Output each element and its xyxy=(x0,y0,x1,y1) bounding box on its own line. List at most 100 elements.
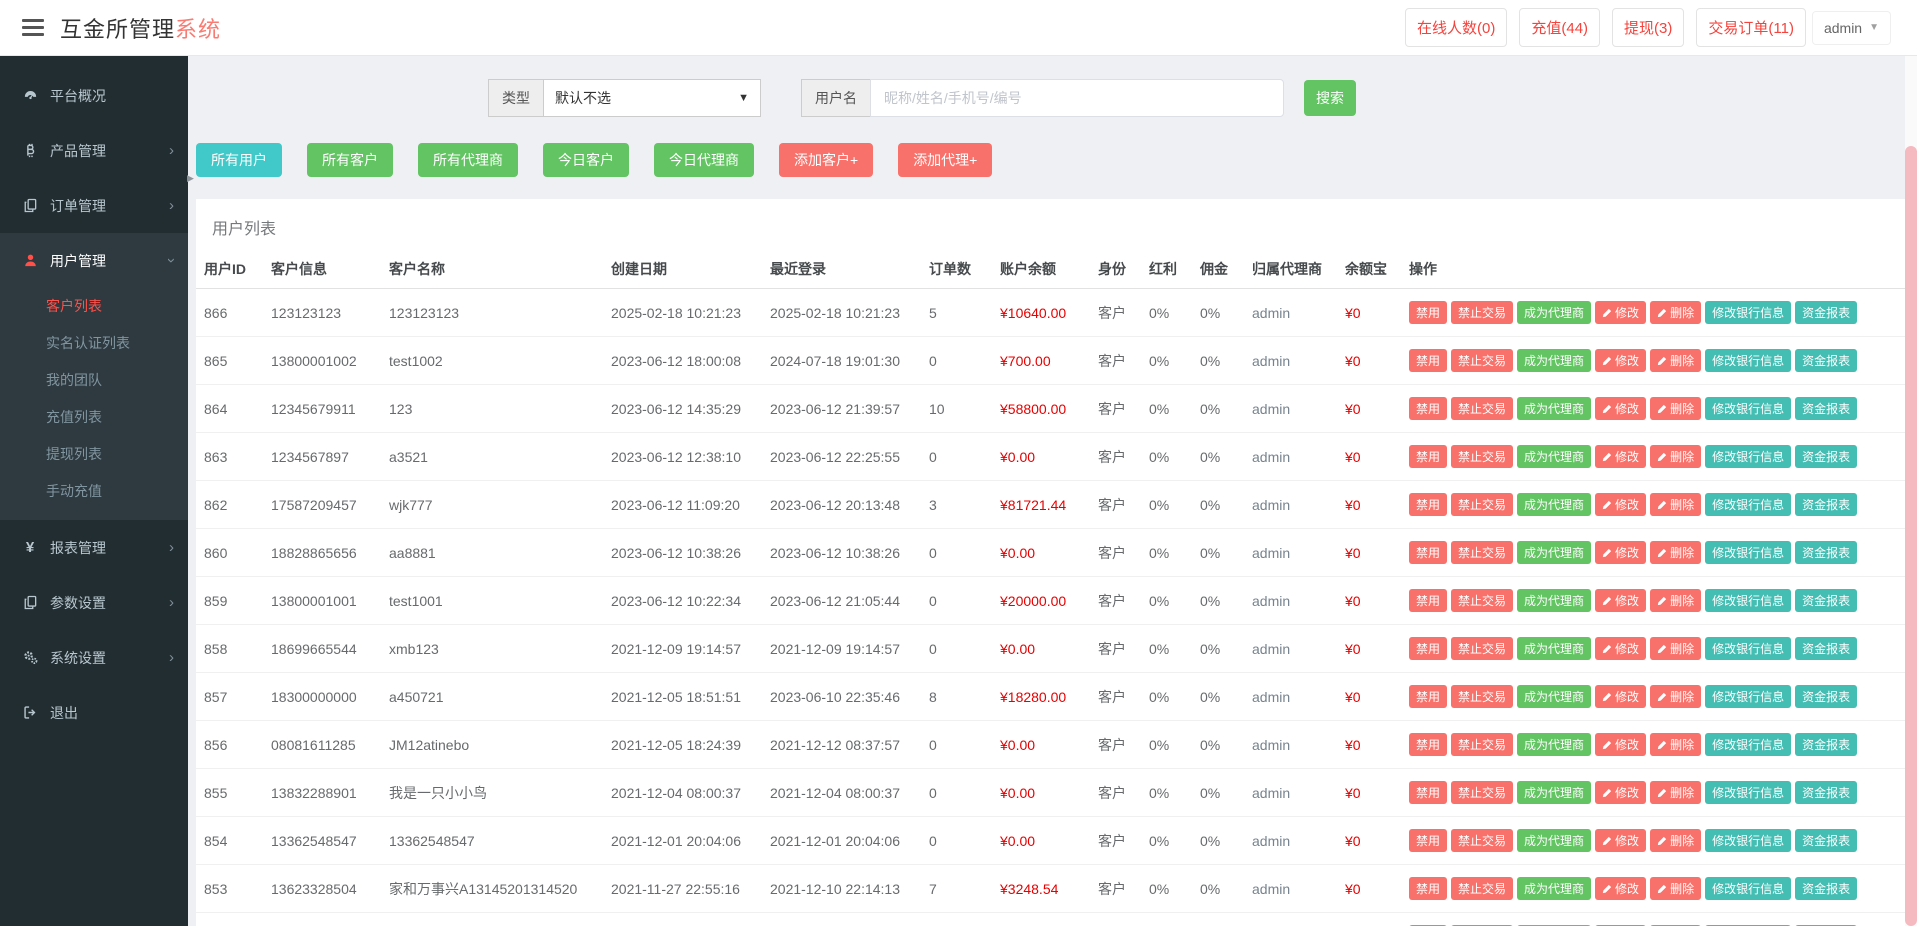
today-agents-button[interactable]: 今日代理商 xyxy=(654,143,754,177)
sidebar-subitem-recharge-list[interactable]: 充值列表 xyxy=(0,399,188,436)
disable-button[interactable]: 禁用 xyxy=(1409,349,1448,372)
funds-report-button[interactable]: 资金报表 xyxy=(1795,781,1858,804)
forbid-trade-button[interactable]: 禁止交易 xyxy=(1451,733,1514,756)
delete-button[interactable]: 删除 xyxy=(1650,685,1702,708)
edit-bank-info-button[interactable]: 修改银行信息 xyxy=(1705,541,1792,564)
add-agent-button[interactable]: 添加代理+ xyxy=(898,143,993,177)
funds-report-button[interactable]: 资金报表 xyxy=(1795,349,1858,372)
withdraw-stat[interactable]: 提现(3) xyxy=(1612,8,1685,47)
disable-button[interactable]: 禁用 xyxy=(1409,685,1448,708)
make-agent-button[interactable]: 成为代理商 xyxy=(1517,541,1592,564)
delete-button[interactable]: 删除 xyxy=(1650,781,1702,804)
edit-button[interactable]: 修改 xyxy=(1595,493,1647,516)
make-agent-button[interactable]: 成为代理商 xyxy=(1517,733,1592,756)
edit-bank-info-button[interactable]: 修改银行信息 xyxy=(1705,493,1792,516)
add-customer-button[interactable]: 添加客户+ xyxy=(779,143,874,177)
forbid-trade-button[interactable]: 禁止交易 xyxy=(1451,877,1514,900)
sidebar-subitem-my-team[interactable]: 我的团队 xyxy=(0,362,188,399)
admin-dropdown[interactable]: admin ▼ xyxy=(1811,10,1891,45)
make-agent-button[interactable]: 成为代理商 xyxy=(1517,397,1592,420)
edit-button[interactable]: 修改 xyxy=(1595,733,1647,756)
edit-button[interactable]: 修改 xyxy=(1595,397,1647,420)
sidebar-subitem-manual-recharge[interactable]: 手动充值 xyxy=(0,473,188,510)
edit-button[interactable]: 修改 xyxy=(1595,541,1647,564)
scrollbar-thumb[interactable] xyxy=(1905,146,1917,926)
edit-button[interactable]: 修改 xyxy=(1595,781,1647,804)
disable-button[interactable]: 禁用 xyxy=(1409,877,1448,900)
sidebar-collapse-handle[interactable]: ▶ xyxy=(187,150,199,206)
disable-button[interactable]: 禁用 xyxy=(1409,541,1448,564)
edit-button[interactable]: 修改 xyxy=(1595,637,1647,660)
delete-button[interactable]: 删除 xyxy=(1650,445,1702,468)
sidebar-item-user-management[interactable]: 用户管理 › xyxy=(0,233,188,288)
search-button[interactable]: 搜索 xyxy=(1304,80,1356,116)
delete-button[interactable]: 删除 xyxy=(1650,733,1702,756)
edit-button[interactable]: 修改 xyxy=(1595,445,1647,468)
delete-button[interactable]: 删除 xyxy=(1650,301,1702,324)
edit-bank-info-button[interactable]: 修改银行信息 xyxy=(1705,397,1792,420)
forbid-trade-button[interactable]: 禁止交易 xyxy=(1451,349,1514,372)
delete-button[interactable]: 删除 xyxy=(1650,589,1702,612)
forbid-trade-button[interactable]: 禁止交易 xyxy=(1451,541,1514,564)
edit-bank-info-button[interactable]: 修改银行信息 xyxy=(1705,301,1792,324)
funds-report-button[interactable]: 资金报表 xyxy=(1795,541,1858,564)
funds-report-button[interactable]: 资金报表 xyxy=(1795,877,1858,900)
delete-button[interactable]: 删除 xyxy=(1650,877,1702,900)
make-agent-button[interactable]: 成为代理商 xyxy=(1517,589,1592,612)
edit-bank-info-button[interactable]: 修改银行信息 xyxy=(1705,781,1792,804)
edit-button[interactable]: 修改 xyxy=(1595,877,1647,900)
all-customers-button[interactable]: 所有客户 xyxy=(307,143,393,177)
edit-bank-info-button[interactable]: 修改银行信息 xyxy=(1705,445,1792,468)
make-agent-button[interactable]: 成为代理商 xyxy=(1517,445,1592,468)
edit-bank-info-button[interactable]: 修改银行信息 xyxy=(1705,877,1792,900)
disable-button[interactable]: 禁用 xyxy=(1409,301,1448,324)
disable-button[interactable]: 禁用 xyxy=(1409,829,1448,852)
funds-report-button[interactable]: 资金报表 xyxy=(1795,685,1858,708)
sidebar-item-report-management[interactable]: ¥ 报表管理 › xyxy=(0,520,188,575)
make-agent-button[interactable]: 成为代理商 xyxy=(1517,349,1592,372)
make-agent-button[interactable]: 成为代理商 xyxy=(1517,829,1592,852)
make-agent-button[interactable]: 成为代理商 xyxy=(1517,637,1592,660)
funds-report-button[interactable]: 资金报表 xyxy=(1795,589,1858,612)
delete-button[interactable]: 删除 xyxy=(1650,349,1702,372)
forbid-trade-button[interactable]: 禁止交易 xyxy=(1451,301,1514,324)
make-agent-button[interactable]: 成为代理商 xyxy=(1517,301,1592,324)
forbid-trade-button[interactable]: 禁止交易 xyxy=(1451,637,1514,660)
edit-bank-info-button[interactable]: 修改银行信息 xyxy=(1705,589,1792,612)
funds-report-button[interactable]: 资金报表 xyxy=(1795,637,1858,660)
disable-button[interactable]: 禁用 xyxy=(1409,733,1448,756)
forbid-trade-button[interactable]: 禁止交易 xyxy=(1451,829,1514,852)
delete-button[interactable]: 删除 xyxy=(1650,493,1702,516)
menu-toggle-icon[interactable] xyxy=(22,15,44,40)
disable-button[interactable]: 禁用 xyxy=(1409,397,1448,420)
funds-report-button[interactable]: 资金报表 xyxy=(1795,733,1858,756)
disable-button[interactable]: 禁用 xyxy=(1409,493,1448,516)
sidebar-item-order-management[interactable]: 订单管理 › xyxy=(0,178,188,233)
delete-button[interactable]: 删除 xyxy=(1650,541,1702,564)
forbid-trade-button[interactable]: 禁止交易 xyxy=(1451,589,1514,612)
forbid-trade-button[interactable]: 禁止交易 xyxy=(1451,445,1514,468)
sidebar-subitem-customer-list[interactable]: 客户列表 xyxy=(0,288,188,325)
disable-button[interactable]: 禁用 xyxy=(1409,589,1448,612)
forbid-trade-button[interactable]: 禁止交易 xyxy=(1451,781,1514,804)
edit-bank-info-button[interactable]: 修改银行信息 xyxy=(1705,829,1792,852)
today-customers-button[interactable]: 今日客户 xyxy=(543,143,629,177)
sidebar-item-system-settings[interactable]: 系统设置 › xyxy=(0,630,188,685)
disable-button[interactable]: 禁用 xyxy=(1409,781,1448,804)
edit-bank-info-button[interactable]: 修改银行信息 xyxy=(1705,685,1792,708)
sidebar-item-product-management[interactable]: 产品管理 › xyxy=(0,123,188,178)
funds-report-button[interactable]: 资金报表 xyxy=(1795,445,1858,468)
funds-report-button[interactable]: 资金报表 xyxy=(1795,829,1858,852)
sidebar-item-logout[interactable]: 退出 xyxy=(0,685,188,740)
edit-bank-info-button[interactable]: 修改银行信息 xyxy=(1705,349,1792,372)
forbid-trade-button[interactable]: 禁止交易 xyxy=(1451,397,1514,420)
make-agent-button[interactable]: 成为代理商 xyxy=(1517,781,1592,804)
all-agents-button[interactable]: 所有代理商 xyxy=(418,143,518,177)
delete-button[interactable]: 删除 xyxy=(1650,397,1702,420)
forbid-trade-button[interactable]: 禁止交易 xyxy=(1451,685,1514,708)
edit-button[interactable]: 修改 xyxy=(1595,349,1647,372)
trade-orders-stat[interactable]: 交易订单(11) xyxy=(1696,8,1806,47)
sidebar-item-parameter-settings[interactable]: 参数设置 › xyxy=(0,575,188,630)
edit-bank-info-button[interactable]: 修改银行信息 xyxy=(1705,637,1792,660)
delete-button[interactable]: 删除 xyxy=(1650,637,1702,660)
